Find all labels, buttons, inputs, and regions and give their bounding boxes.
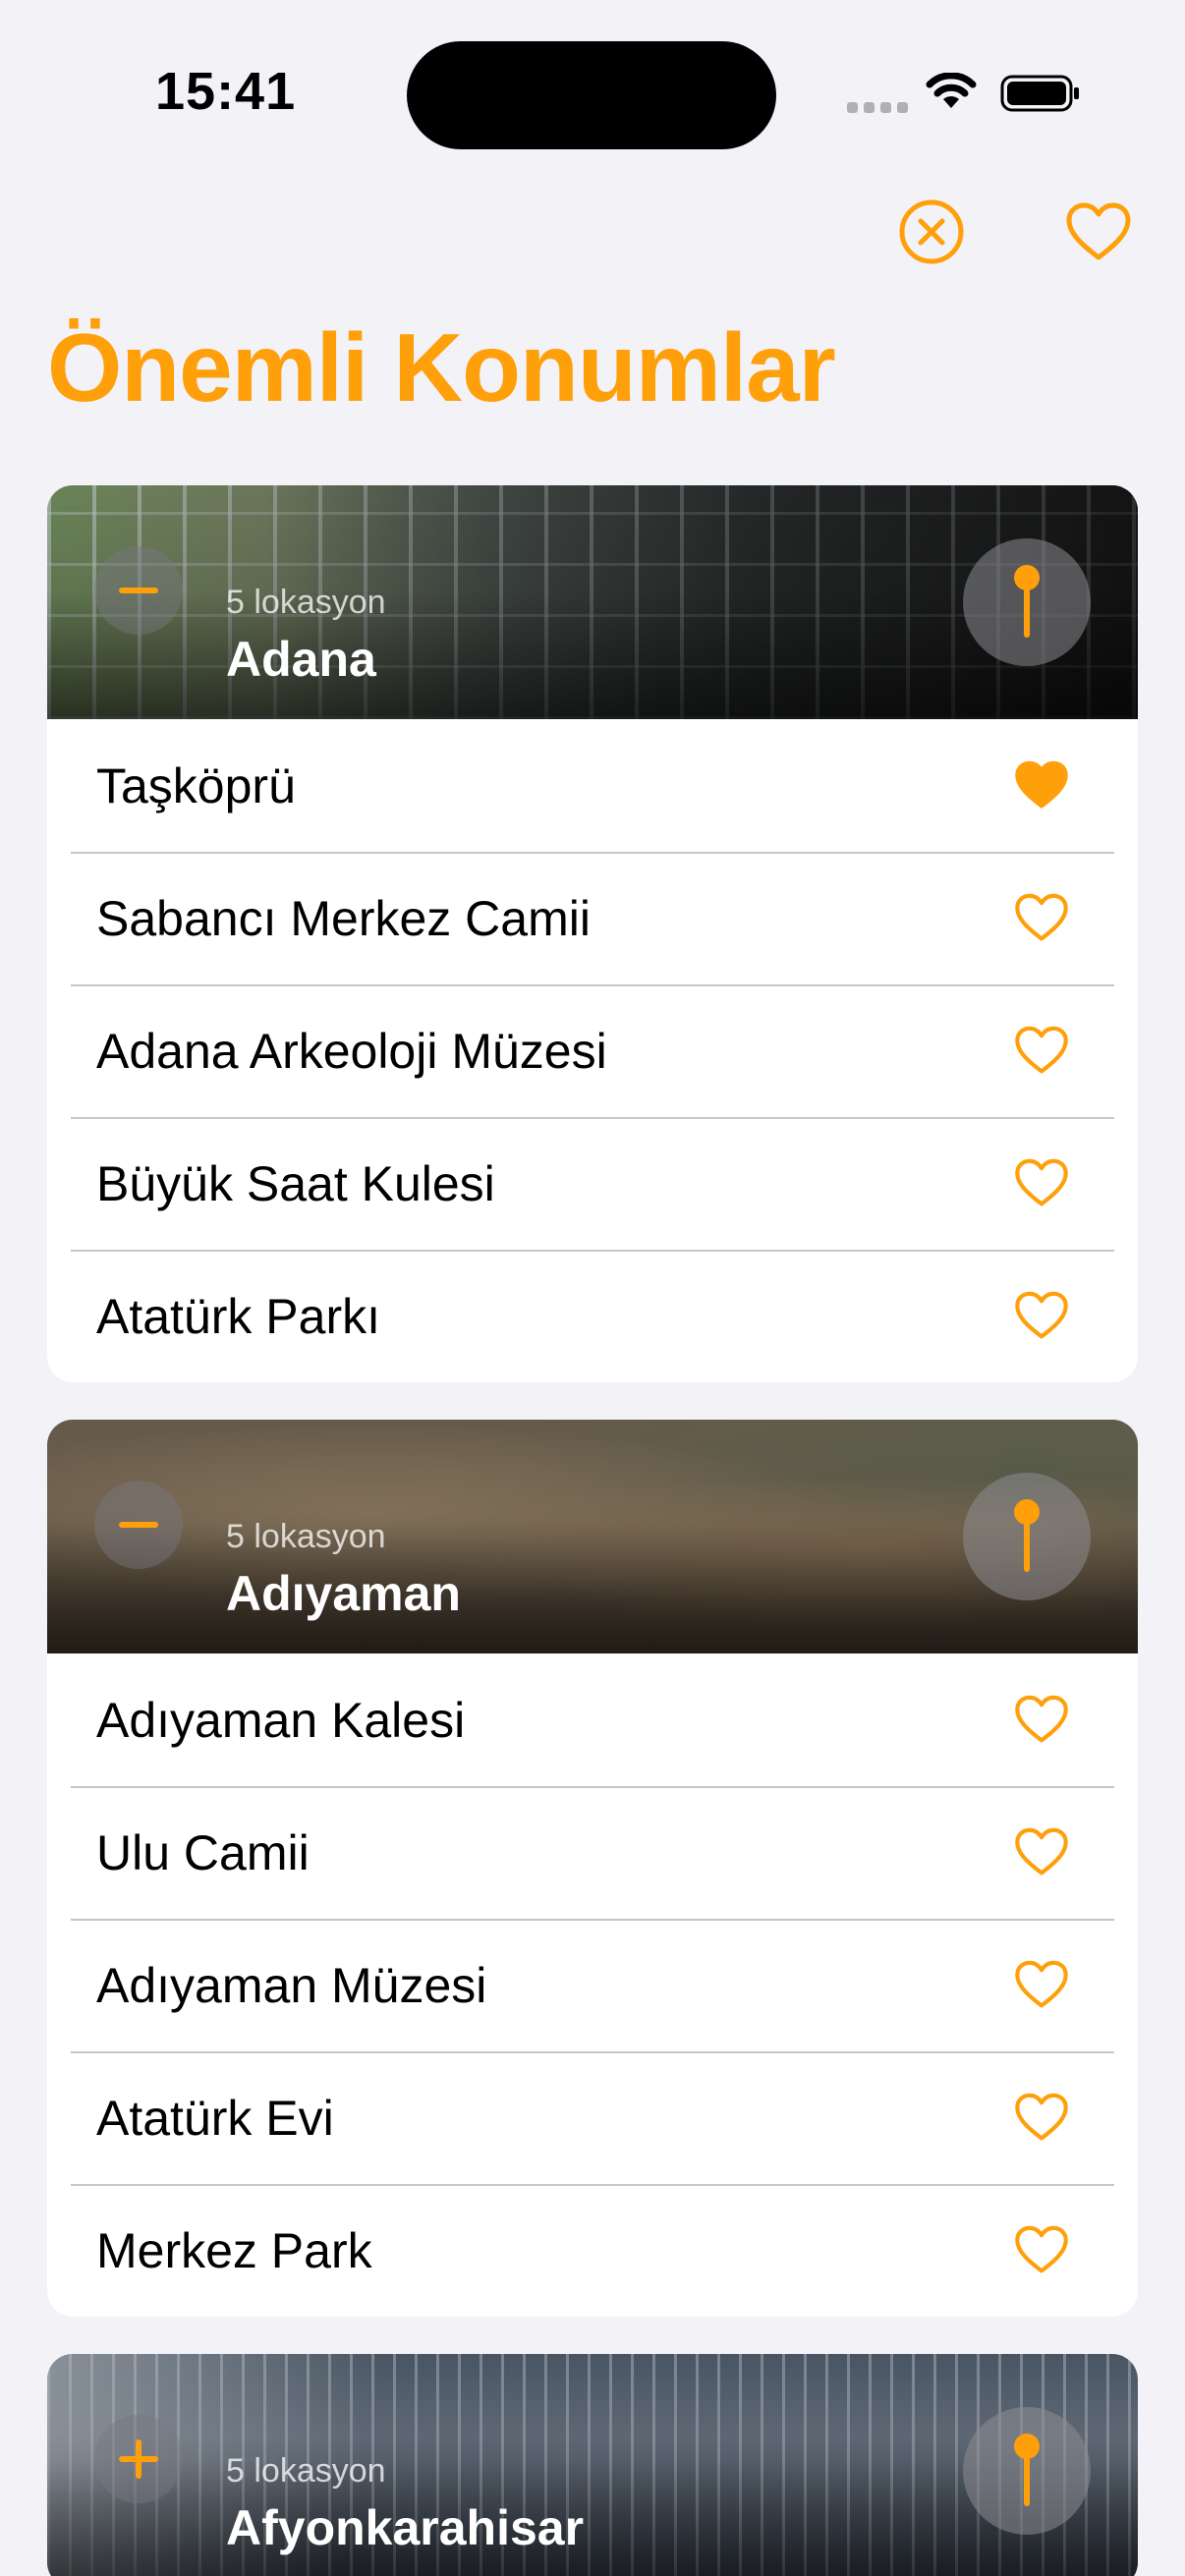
location-count: 5 lokasyon <box>226 2452 386 2490</box>
map-pin-icon <box>1014 2434 1040 2506</box>
list-item[interactable]: Ulu Camii <box>47 1786 1138 1919</box>
heart-outline-icon[interactable] <box>1014 1959 1069 2010</box>
favorites-button[interactable] <box>1063 196 1134 267</box>
expand-button[interactable] <box>94 2415 183 2503</box>
city-header[interactable]: 5 lokasyon Afyonkarahisar <box>47 2354 1138 2576</box>
battery-icon <box>1000 75 1079 112</box>
location-count: 5 lokasyon <box>226 1518 386 1555</box>
wifi-icon <box>926 73 977 108</box>
location-name: Adana Arkeoloji Müzesi <box>96 1023 607 1079</box>
list-item[interactable]: Sabancı Merkez Camii <box>47 852 1138 984</box>
city-section-afyonkarahisar: 5 lokasyon Afyonkarahisar <box>47 2354 1138 2576</box>
plus-icon <box>119 2439 158 2479</box>
map-pin-icon <box>1014 1499 1040 1572</box>
status-time: 15:41 <box>155 62 297 121</box>
location-name: Ulu Camii <box>96 1824 310 1880</box>
close-button[interactable] <box>896 196 967 267</box>
heart-outline-icon[interactable] <box>1014 2224 1069 2275</box>
heart-outline-icon[interactable] <box>1014 1157 1069 1208</box>
collapse-button[interactable] <box>94 546 183 635</box>
list-item[interactable]: Merkez Park <box>47 2184 1138 2317</box>
heart-filled-icon[interactable] <box>1014 759 1069 811</box>
status-bar: 15:41 <box>0 0 1185 187</box>
location-name: Adıyaman Müzesi <box>96 1957 487 2013</box>
cellular-signal-icon <box>847 102 908 113</box>
map-pin-button[interactable] <box>963 538 1091 666</box>
city-name: Adana <box>226 632 376 687</box>
dynamic-island <box>407 41 776 149</box>
list-item[interactable]: Adıyaman Müzesi <box>47 1919 1138 2051</box>
heart-outline-icon[interactable] <box>1014 1025 1069 1076</box>
xmark-circle-icon <box>899 199 964 264</box>
list-item[interactable]: Atatürk Evi <box>47 2051 1138 2184</box>
location-name: Sabancı Merkez Camii <box>96 890 591 946</box>
location-name: Merkez Park <box>96 2222 372 2278</box>
heart-outline-icon[interactable] <box>1014 1826 1069 1877</box>
heart-outline-icon[interactable] <box>1014 2092 1069 2143</box>
list-item[interactable]: Adana Arkeoloji Müzesi <box>47 984 1138 1117</box>
screen: 15:41 Önemli Konumlar 5 lokasyon Adana T… <box>0 0 1185 2576</box>
heart-outline-icon[interactable] <box>1014 1694 1069 1745</box>
list-item[interactable]: Taşköprü <box>47 719 1138 852</box>
heart-outline-icon[interactable] <box>1014 1290 1069 1341</box>
city-header[interactable]: 5 lokasyon Adıyaman <box>47 1420 1138 1653</box>
city-header[interactable]: 5 lokasyon Adana <box>47 485 1138 719</box>
location-name: Büyük Saat Kulesi <box>96 1155 495 1211</box>
location-name: Adıyaman Kalesi <box>96 1692 466 1748</box>
list-item[interactable]: Büyük Saat Kulesi <box>47 1117 1138 1250</box>
location-name: Atatürk Evi <box>96 2090 334 2146</box>
map-pin-button[interactable] <box>963 1473 1091 1600</box>
minus-icon <box>119 588 158 593</box>
city-section-adiyaman: 5 lokasyon Adıyaman Adıyaman Kalesi Ulu … <box>47 1420 1138 2317</box>
collapse-button[interactable] <box>94 1481 183 1569</box>
city-section-adana: 5 lokasyon Adana Taşköprü Sabancı Merkez… <box>47 485 1138 1382</box>
map-pin-icon <box>1014 565 1040 638</box>
location-name: Atatürk Parkı <box>96 1288 380 1344</box>
location-name: Taşköprü <box>96 757 296 813</box>
list-item[interactable]: Adıyaman Kalesi <box>47 1653 1138 1786</box>
location-count: 5 lokasyon <box>226 584 386 621</box>
heart-outline-icon[interactable] <box>1014 892 1069 943</box>
map-pin-button[interactable] <box>963 2407 1091 2535</box>
page-title: Önemli Konumlar <box>47 313 836 421</box>
city-name: Adıyaman <box>226 1566 461 1621</box>
minus-icon <box>119 1522 158 1528</box>
heart-outline-icon <box>1066 202 1131 260</box>
city-name: Afyonkarahisar <box>226 2500 585 2555</box>
list-item[interactable]: Atatürk Parkı <box>47 1250 1138 1382</box>
